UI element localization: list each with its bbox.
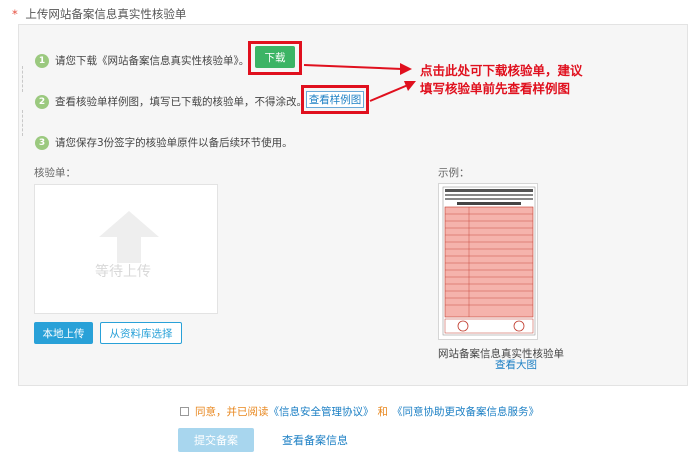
step-text: 请您下载《网站备案信息真实性核验单》。 <box>55 55 250 67</box>
step-1: 1 请您下载《网站备案信息真实性核验单》。 <box>35 53 249 68</box>
submit-filing-button[interactable]: 提交备案 <box>178 428 254 452</box>
local-upload-button[interactable]: 本地上传 <box>34 322 93 344</box>
upload-dropzone[interactable]: 等待上传 <box>34 184 218 314</box>
step-connector <box>22 110 23 136</box>
view-large-link[interactable]: 查看大图 <box>495 357 537 372</box>
change-service-link[interactable]: 《同意协助更改备案信息服务》 <box>392 404 539 419</box>
upload-arrow-icon <box>99 211 159 263</box>
upload-placeholder: 等待上传 <box>95 264 151 280</box>
choose-from-library-button[interactable]: 从资料库选择 <box>100 322 182 344</box>
section-title: * 上传网站备案信息真实性核验单 <box>12 6 186 22</box>
step-3: 3 请您保存3份签字的核验单原件以备后续环节使用。 <box>35 135 293 150</box>
step-connector <box>22 66 23 92</box>
example-thumbnail[interactable] <box>438 183 538 340</box>
step-number: 1 <box>35 53 49 68</box>
annotation-line-1: 点击此处可下载核验单，建议 <box>420 63 583 78</box>
upload-label: 核验单： <box>34 167 76 179</box>
annotation-line-2: 填写核验单前先查看样例图 <box>420 81 571 96</box>
step-number: 2 <box>35 94 49 109</box>
annotation-arrows-icon <box>303 63 416 102</box>
security-protocol-link[interactable]: 《信息安全管理协议》 <box>269 404 374 419</box>
sample-form-thumbnail-icon <box>442 186 536 336</box>
example-label: 示例： <box>438 167 470 179</box>
agreement-row: 同意，并已阅读 《信息安全管理协议》 和 《同意协助更改备案信息服务》 <box>180 404 539 419</box>
agreement-and: 和 <box>377 406 389 418</box>
agreement-checkbox[interactable] <box>180 407 189 416</box>
download-button[interactable]: 下载 <box>255 46 295 68</box>
required-mark: * <box>12 7 18 21</box>
step-text: 请您保存3份签字的核验单原件以备后续环节使用。 <box>55 137 293 149</box>
step-number: 3 <box>35 135 49 150</box>
step-2: 2 查看核验单样例图，填写已下载的核验单，不得涂改。 <box>35 94 307 109</box>
view-filing-info-link[interactable]: 查看备案信息 <box>282 432 348 448</box>
step-text: 查看核验单样例图，填写已下载的核验单，不得涂改。 <box>55 96 307 108</box>
section-title-text: 上传网站备案信息真实性核验单 <box>25 7 187 21</box>
agreement-prefix: 同意，并已阅读 <box>195 406 269 418</box>
annotation-note: 点击此处可下载核验单，建议 填写核验单前先查看样例图 <box>420 62 583 98</box>
